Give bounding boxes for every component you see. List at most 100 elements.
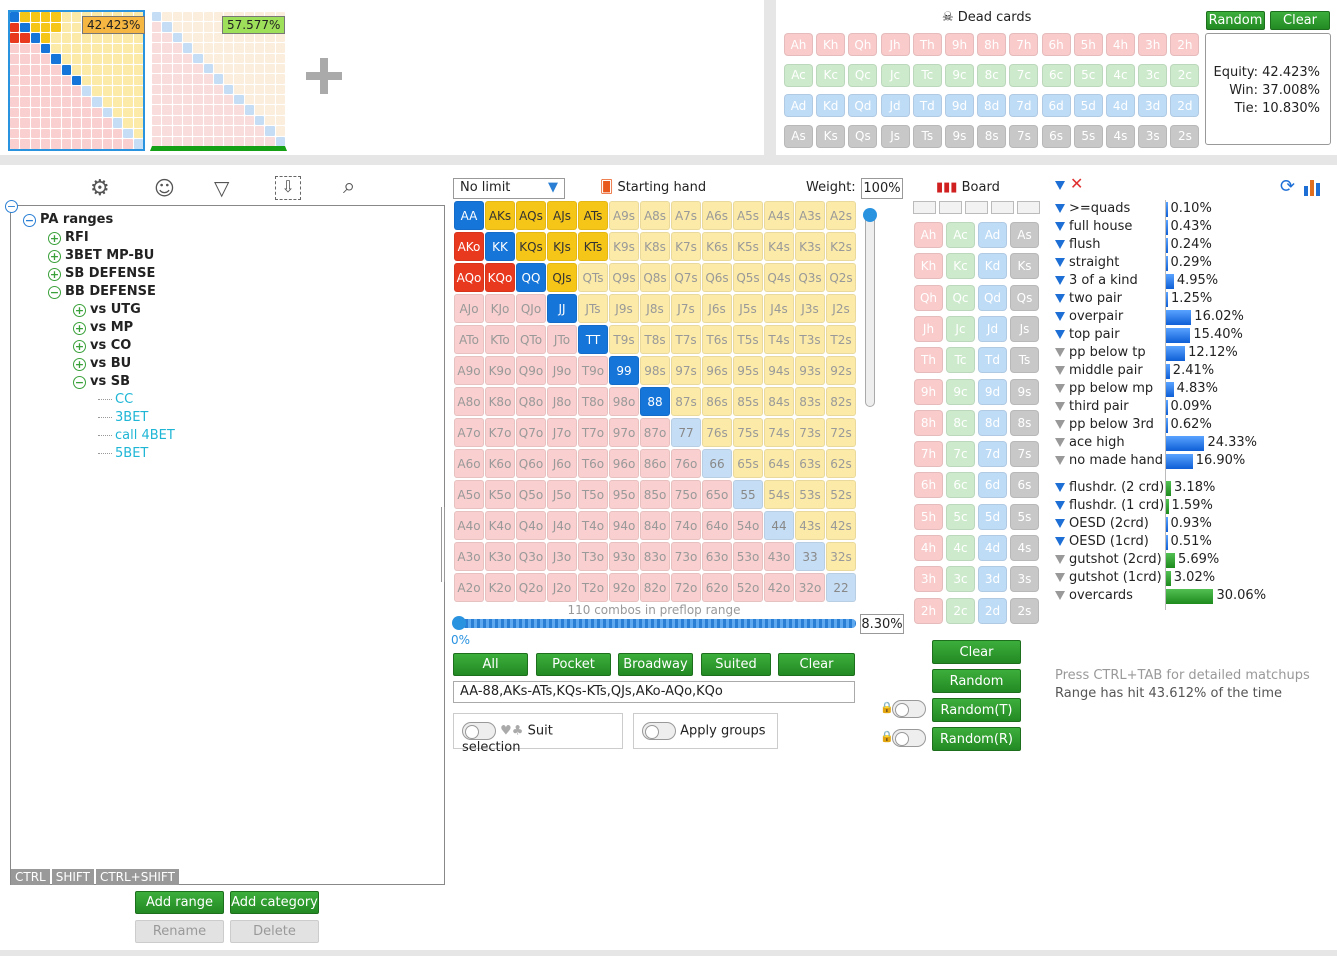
board-slot[interactable] xyxy=(1017,201,1040,214)
tree-item[interactable]: CC xyxy=(98,392,133,407)
filter-icon[interactable] xyxy=(1055,330,1065,339)
board-random-r-button[interactable]: Random(R) xyxy=(932,727,1021,751)
hand-cell-63s[interactable]: 63s xyxy=(795,449,825,478)
hand-cell-KJo[interactable]: KJo xyxy=(485,294,515,323)
hand-cell-A4o[interactable]: A4o xyxy=(454,511,484,540)
hand-cell-77[interactable]: 77 xyxy=(671,418,701,447)
hand-cell-K8o[interactable]: K8o xyxy=(485,387,515,416)
hand-cell-55[interactable]: 55 xyxy=(733,480,763,509)
hand-cell-43s[interactable]: 43s xyxy=(795,511,825,540)
bar-chart-icon[interactable] xyxy=(1304,178,1324,196)
expand-icon[interactable]: + xyxy=(48,268,61,281)
hand-cell-T4o[interactable]: T4o xyxy=(578,511,608,540)
filter-icon[interactable] xyxy=(1055,312,1065,321)
collapse-icon[interactable]: − xyxy=(73,376,86,389)
hand-cell-A9o[interactable]: A9o xyxy=(454,356,484,385)
hand-cell-62s[interactable]: 62s xyxy=(826,449,856,478)
stats-filter-icon[interactable] xyxy=(1055,178,1069,193)
board-card-2s[interactable]: 2s xyxy=(1010,597,1039,624)
board-card-4s[interactable]: 4s xyxy=(1010,535,1039,561)
hand-cell-Q8s[interactable]: Q8s xyxy=(640,263,670,292)
board-card-8d[interactable]: 8d xyxy=(978,409,1007,436)
dead-card-Th[interactable]: Th xyxy=(912,33,942,56)
expand-icon[interactable]: + xyxy=(73,358,86,371)
hand-cell-A6s[interactable]: A6s xyxy=(702,201,732,230)
hand-cell-K7o[interactable]: K7o xyxy=(485,418,515,447)
filter-icon[interactable] xyxy=(1055,519,1065,528)
hand-cell-J5o[interactable]: J5o xyxy=(547,480,577,509)
board-card-4d[interactable]: 4d xyxy=(978,535,1007,561)
hand-cell-J7o[interactable]: J7o xyxy=(547,418,577,447)
weight-slider-knob[interactable] xyxy=(863,208,877,222)
dead-card-2d[interactable]: 2d xyxy=(1170,94,1200,117)
hand-cell-65o[interactable]: 65o xyxy=(702,480,732,509)
hand-cell-K4s[interactable]: K4s xyxy=(764,232,794,261)
hand-cell-T6o[interactable]: T6o xyxy=(578,449,608,478)
dead-card-Kh[interactable]: Kh xyxy=(816,33,846,56)
hand-cell-86o[interactable]: 86o xyxy=(640,449,670,478)
board-card-4c[interactable]: 4c xyxy=(946,535,975,561)
hand-cell-72s[interactable]: 72s xyxy=(826,418,856,447)
dead-card-8d[interactable]: 8d xyxy=(977,94,1007,117)
hand-cell-K5s[interactable]: K5s xyxy=(733,232,763,261)
board-card-8c[interactable]: 8c xyxy=(946,409,975,436)
hand-cell-K6o[interactable]: K6o xyxy=(485,449,515,478)
random-t-lock-toggle[interactable] xyxy=(892,700,926,718)
board-random-t-button[interactable]: Random(T) xyxy=(932,698,1021,722)
dead-card-9h[interactable]: 9h xyxy=(945,33,974,56)
hand-cell-93o[interactable]: 93o xyxy=(609,542,639,571)
hand-cell-K2o[interactable]: K2o xyxy=(485,573,515,602)
hand-cell-52o[interactable]: 52o xyxy=(733,573,763,602)
game-select[interactable]: No limit ▼ xyxy=(453,178,565,199)
filter-icon[interactable] xyxy=(1055,483,1065,492)
tree-item[interactable]: 3BET xyxy=(98,410,148,425)
filter-icon[interactable] xyxy=(1055,501,1065,510)
dead-card-2s[interactable]: 2s xyxy=(1170,124,1200,148)
board-card-Kd[interactable]: Kd xyxy=(978,253,1007,280)
hand-cell-K9o[interactable]: K9o xyxy=(485,356,515,385)
hand-cell-Q6s[interactable]: Q6s xyxy=(702,263,732,292)
dead-card-4h[interactable]: 4h xyxy=(1106,33,1135,56)
tree-item[interactable]: + vs CO xyxy=(73,338,131,353)
dead-card-8c[interactable]: 8c xyxy=(977,63,1007,87)
hand-cell-32o[interactable]: 32o xyxy=(795,573,825,602)
dead-card-6c[interactable]: 6c xyxy=(1041,63,1071,87)
hand-cell-85o[interactable]: 85o xyxy=(640,480,670,509)
hand-cell-97o[interactable]: 97o xyxy=(609,418,639,447)
hand-cell-JTo[interactable]: JTo xyxy=(547,325,577,354)
suit-selection-panel[interactable]: ♥♣ Suit selection xyxy=(453,713,623,755)
dead-random-button[interactable]: Random xyxy=(1206,11,1265,30)
dead-card-3h[interactable]: 3h xyxy=(1138,33,1168,56)
hand-cell-A8s[interactable]: A8s xyxy=(640,201,670,230)
tree-item[interactable]: + RFI xyxy=(48,230,89,245)
tree-item[interactable]: + SB DEFENSE xyxy=(48,266,155,281)
tree-item[interactable]: call 4BET xyxy=(98,428,175,443)
dead-card-6d[interactable]: 6d xyxy=(1041,94,1071,117)
collapse-icon[interactable]: − xyxy=(48,286,61,299)
hand-cell-T5s[interactable]: T5s xyxy=(733,325,763,354)
board-card-Ah[interactable]: Ah xyxy=(914,222,943,248)
hand-cell-J5s[interactable]: J5s xyxy=(733,294,763,323)
range-slider[interactable] xyxy=(452,616,856,630)
tree-item[interactable]: + vs UTG xyxy=(73,302,141,317)
dead-card-Tc[interactable]: Tc xyxy=(912,63,942,87)
board-card-Ac[interactable]: Ac xyxy=(946,222,975,248)
modifier-key[interactable]: CTRL+SHIFT xyxy=(95,869,179,885)
collapse-all-icon[interactable]: − xyxy=(5,200,18,213)
stat-filter[interactable]: overcards xyxy=(1055,588,1133,603)
filter-add-icon[interactable]: ▽ xyxy=(214,176,229,200)
clear-filter-icon[interactable]: ✕ xyxy=(1070,174,1083,193)
user-icon[interactable]: ☺ xyxy=(154,176,175,200)
hand-cell-QJs[interactable]: QJs xyxy=(547,263,577,292)
dead-card-Qs[interactable]: Qs xyxy=(848,124,878,148)
board-card-5c[interactable]: 5c xyxy=(946,503,975,530)
hand-cell-Q3s[interactable]: Q3s xyxy=(795,263,825,292)
refresh-icon[interactable]: ⟳ xyxy=(1280,176,1295,197)
board-card-Jh[interactable]: Jh xyxy=(914,315,943,342)
hand-cell-A8o[interactable]: A8o xyxy=(454,387,484,416)
hand-cell-54s[interactable]: 54s xyxy=(764,480,794,509)
hand-cell-66[interactable]: 66 xyxy=(702,449,732,478)
hand-cell-A4s[interactable]: A4s xyxy=(764,201,794,230)
add-range-plus-icon[interactable] xyxy=(306,58,342,94)
hand-cell-A5o[interactable]: A5o xyxy=(454,480,484,509)
